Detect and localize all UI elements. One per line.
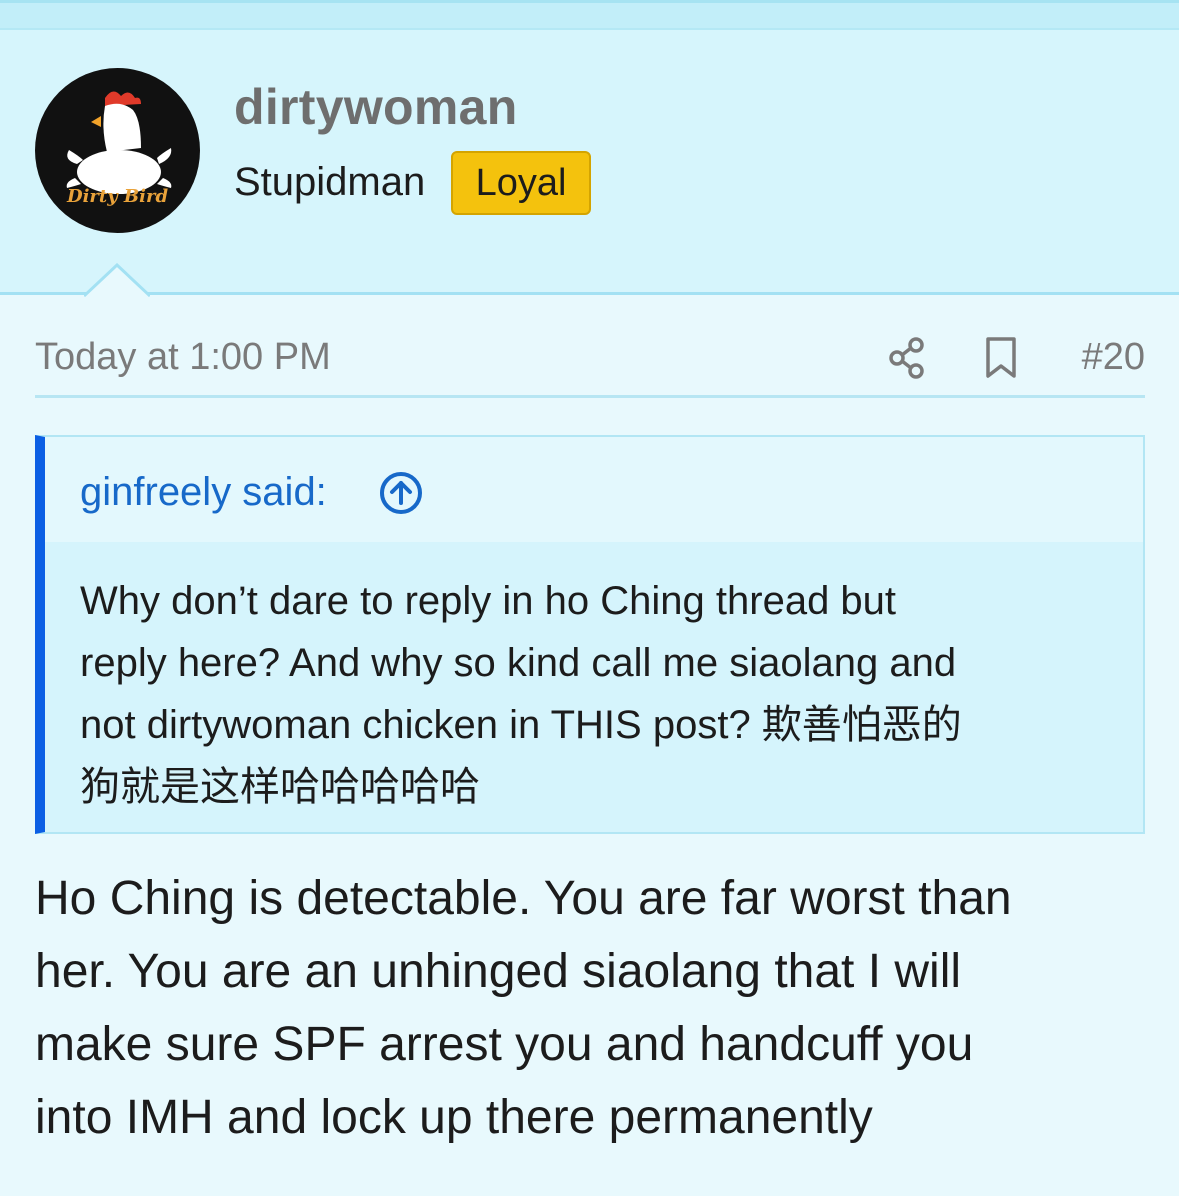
post-timestamp[interactable]: Today at 1:00 PM [35, 336, 331, 379]
username[interactable]: dirtywoman [234, 78, 518, 136]
loyal-badge: Loyal [451, 151, 591, 215]
user-title: Stupidman [234, 160, 426, 204]
post-meta-row: Today at 1:00 PM #20 [35, 318, 1145, 398]
arrow-up-circle-icon[interactable] [378, 470, 424, 516]
bookmark-icon[interactable] [983, 336, 1019, 380]
post-number-link[interactable]: #20 [1082, 336, 1145, 379]
quote-header: ginfreely said: [45, 437, 1143, 542]
quote-block: ginfreely said: Why don’t dare to reply … [35, 435, 1145, 834]
avatar[interactable]: Dirty Bird [35, 68, 200, 233]
quote-author-link[interactable]: ginfreely said: [80, 470, 327, 515]
header-pointer-arrow [84, 263, 150, 297]
avatar-logo-text: Dirty Bird [66, 186, 169, 207]
quote-text: Why don’t dare to reply in ho Ching thre… [80, 579, 962, 809]
chicken-logo-icon [66, 91, 172, 194]
user-header: Dirty Bird dirtywoman Stupidman Loyal [0, 30, 1179, 295]
top-strip [0, 0, 1179, 30]
post-body-text: Ho Ching is detectable. You are far wors… [35, 872, 1012, 1144]
share-icon[interactable] [887, 336, 927, 380]
